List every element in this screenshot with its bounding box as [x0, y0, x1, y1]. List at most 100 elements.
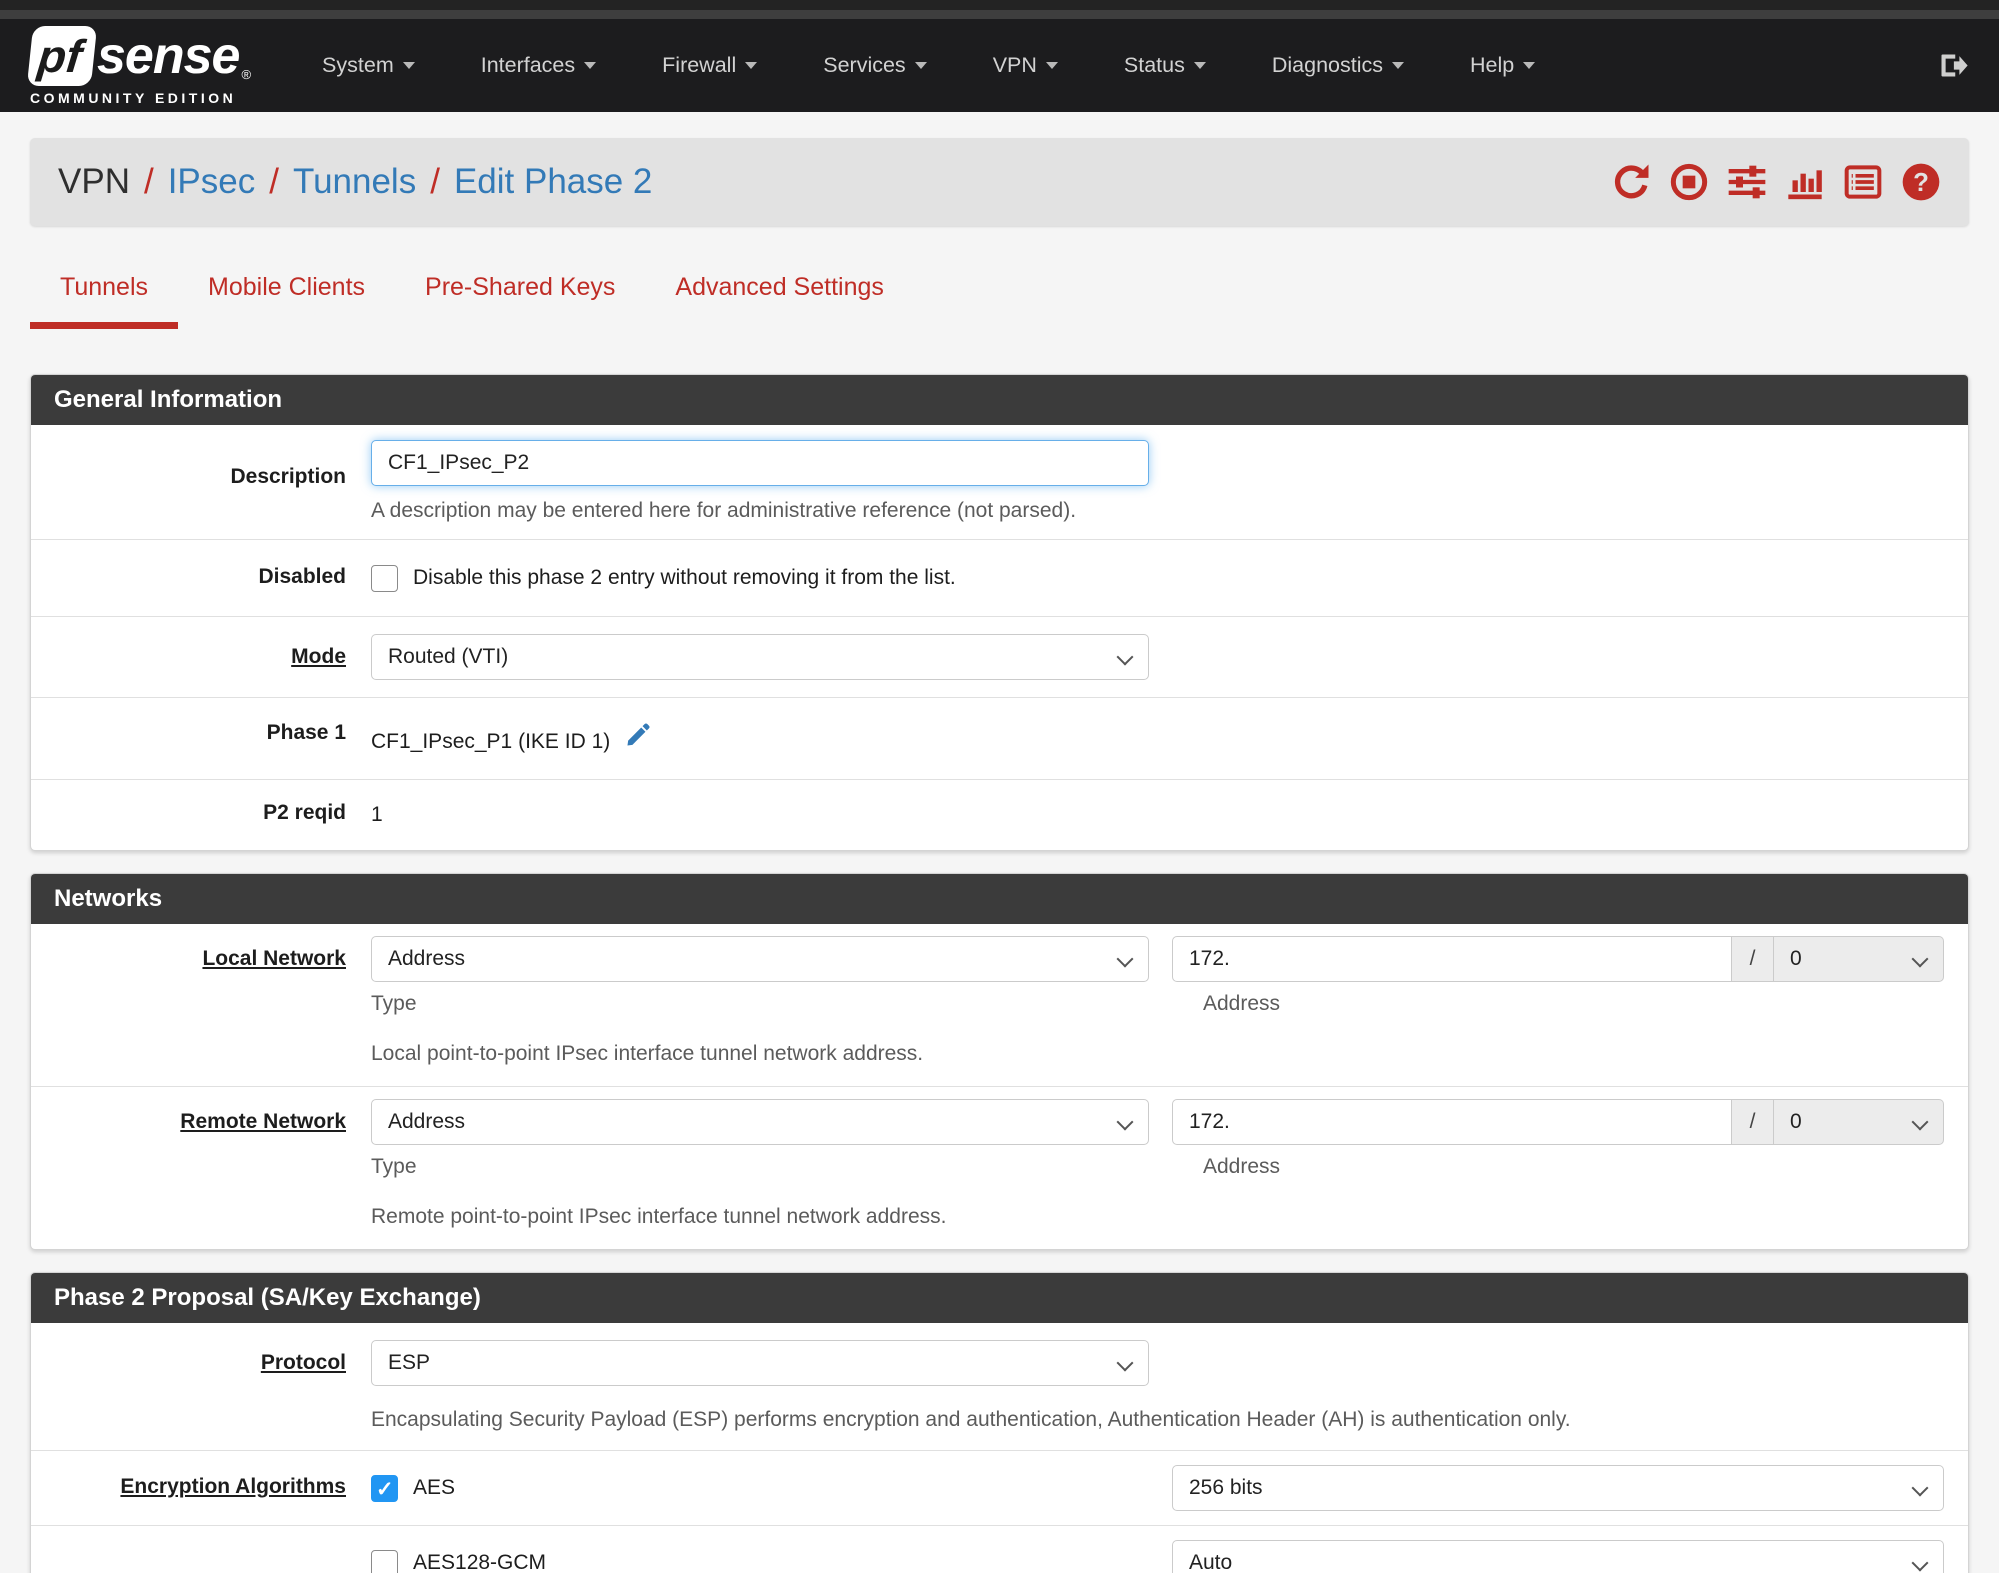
- chevron-down-icon: [1045, 62, 1058, 69]
- local-network-type-value: Address: [388, 947, 466, 970]
- form-row-encryption-aes: Encryption Algorithms AES 256 bits: [31, 1450, 1968, 1525]
- stop-icon[interactable]: [1669, 162, 1709, 202]
- tab-pre-shared-keys[interactable]: Pre-Shared Keys: [395, 273, 645, 329]
- community-edition-label: COMMUNITY EDITION: [30, 89, 237, 106]
- breadcrumb-current: VPN: [58, 162, 130, 201]
- type-caption: Type: [371, 992, 417, 1015]
- local-network-prefix-value: 0: [1790, 947, 1802, 970]
- chevron-down-icon: [1392, 62, 1404, 69]
- breadcrumb-separator: /: [430, 162, 440, 201]
- form-row-p2reqid: P2 reqid 1: [31, 779, 1968, 850]
- chevron-down-icon: [1523, 62, 1536, 69]
- chevron-down-icon: [1193, 62, 1206, 69]
- remote-network-address-group: / 0: [1172, 1099, 1944, 1145]
- breadcrumb-separator: /: [269, 162, 279, 201]
- log-list-icon[interactable]: [1843, 162, 1883, 202]
- tab-tunnels[interactable]: Tunnels: [30, 273, 179, 329]
- panel-title: Networks: [31, 874, 1968, 924]
- local-network-address-group: / 0: [1172, 936, 1944, 982]
- remote-network-label: Remote Network: [180, 1110, 346, 1133]
- protocol-selected-value: ESP: [388, 1351, 431, 1374]
- encryption-algorithms-label: Encryption Algorithms: [120, 1475, 346, 1498]
- aes-keylen-select[interactable]: 256 bits: [1172, 1465, 1944, 1511]
- nav-item-diagnostics[interactable]: Diagnostics: [1239, 53, 1437, 78]
- disabled-checkbox[interactable]: [371, 564, 398, 592]
- form-row-encryption-aes128gcm: AES128-GCM Auto: [31, 1525, 1968, 1573]
- form-row-description: Description A description may be entered…: [31, 425, 1968, 539]
- form-row-local-network: Local Network Address / 0 Type Address L…: [31, 924, 1968, 1086]
- slash-addon: /: [1732, 1099, 1774, 1145]
- panel-title: General Information: [31, 375, 1968, 425]
- window-edge: [0, 0, 1999, 10]
- nav-item-interfaces[interactable]: Interfaces: [448, 53, 629, 78]
- nav-item-system[interactable]: System: [289, 53, 448, 78]
- disabled-label: Disabled: [258, 565, 346, 588]
- panel-title: Phase 2 Proposal (SA/Key Exchange): [31, 1273, 1968, 1323]
- address-caption: Address: [1203, 992, 1281, 1015]
- description-label: Description: [230, 465, 346, 488]
- local-network-address-input[interactable]: [1172, 936, 1732, 982]
- tab-mobile-clients[interactable]: Mobile Clients: [178, 273, 395, 329]
- form-row-phase1: Phase 1 CF1_IPsec_P1 (IKE ID 1): [31, 697, 1968, 779]
- local-network-type-select[interactable]: Address: [371, 936, 1149, 982]
- address-caption: Address: [1203, 1155, 1281, 1178]
- bar-chart-icon[interactable]: [1785, 162, 1825, 202]
- remote-network-address-input[interactable]: [1172, 1099, 1732, 1145]
- breadcrumb-link-edit-phase-2[interactable]: Edit Phase 2: [454, 162, 652, 202]
- remote-network-prefix-select[interactable]: 0: [1774, 1099, 1944, 1145]
- protocol-select[interactable]: ESP: [371, 1340, 1149, 1386]
- registered-mark: ®: [241, 66, 252, 82]
- remote-network-type-select[interactable]: Address: [371, 1099, 1149, 1145]
- slash-addon: /: [1732, 936, 1774, 982]
- breadcrumb-link-ipsec[interactable]: IPsec: [168, 162, 256, 202]
- help-icon[interactable]: ?: [1901, 162, 1941, 202]
- description-input[interactable]: [371, 440, 1149, 486]
- pfsense-logo[interactable]: pf sense ® COMMUNITY EDITION: [26, 25, 252, 106]
- chevron-down-icon: [584, 62, 597, 69]
- mode-selected-value: Routed (VTI): [388, 645, 509, 668]
- description-help: A description may be entered here for ad…: [371, 499, 1077, 522]
- form-row-remote-network: Remote Network Address / 0 Type Address …: [31, 1086, 1968, 1249]
- panel-networks: Networks Local Network Address / 0 Type …: [30, 873, 1969, 1250]
- sign-out-icon[interactable]: [1936, 49, 1969, 82]
- mode-select[interactable]: Routed (VTI): [371, 634, 1149, 680]
- breadcrumb-bar: VPN / IPsec / Tunnels / Edit Phase 2 ?: [30, 138, 1969, 226]
- phase1-value: CF1_IPsec_P1 (IKE ID 1): [371, 730, 611, 753]
- pf-logo-text: pf: [35, 29, 85, 82]
- remote-network-help: Remote point-to-point IPsec interface tu…: [371, 1205, 947, 1228]
- form-row-protocol: Protocol ESP Encapsulating Security Payl…: [31, 1323, 1968, 1450]
- aes128gcm-keylen-select[interactable]: Auto: [1172, 1540, 1944, 1573]
- chevron-down-icon: [914, 62, 927, 69]
- edit-pencil-icon[interactable]: [625, 721, 652, 748]
- panel-phase2-proposal: Phase 2 Proposal (SA/Key Exchange) Proto…: [30, 1272, 1969, 1573]
- protocol-label: Protocol: [260, 1351, 346, 1374]
- panel-general-information: General Information Description A descri…: [30, 374, 1969, 851]
- nav-item-firewall[interactable]: Firewall: [629, 53, 790, 78]
- chevron-down-icon: [402, 62, 415, 69]
- nav-item-status[interactable]: Status: [1091, 53, 1239, 78]
- remote-network-type-value: Address: [388, 1110, 466, 1133]
- breadcrumb: VPN / IPsec / Tunnels / Edit Phase 2: [58, 162, 652, 202]
- nav-item-vpn[interactable]: VPN: [960, 53, 1091, 78]
- p2reqid-value: 1: [371, 803, 383, 826]
- top-navbar: pf sense ® COMMUNITY EDITION System Inte…: [0, 19, 1999, 112]
- sliders-icon[interactable]: [1727, 162, 1767, 202]
- local-network-prefix-select[interactable]: 0: [1774, 936, 1944, 982]
- form-row-mode: Mode Routed (VTI): [31, 616, 1968, 697]
- aes128gcm-checkbox[interactable]: [371, 1549, 398, 1573]
- breadcrumb-link-tunnels[interactable]: Tunnels: [293, 162, 416, 202]
- chevron-down-icon: [745, 62, 758, 69]
- mode-label: Mode: [291, 645, 346, 668]
- refresh-icon[interactable]: [1611, 162, 1651, 202]
- tab-advanced-settings[interactable]: Advanced Settings: [645, 273, 913, 329]
- nav-item-services[interactable]: Services: [790, 53, 959, 78]
- pf-logo-box: pf: [26, 25, 98, 86]
- local-network-help: Local point-to-point IPsec interface tun…: [371, 1042, 924, 1065]
- window-strip: [0, 10, 1999, 19]
- aes-keylen-value: 256 bits: [1189, 1476, 1263, 1499]
- nav-item-help[interactable]: Help: [1437, 53, 1568, 78]
- remote-network-prefix-value: 0: [1790, 1110, 1802, 1133]
- local-network-label: Local Network: [202, 947, 346, 970]
- aes-checkbox[interactable]: [371, 1474, 398, 1502]
- tab-bar: Tunnels Mobile Clients Pre-Shared Keys A…: [30, 273, 1969, 329]
